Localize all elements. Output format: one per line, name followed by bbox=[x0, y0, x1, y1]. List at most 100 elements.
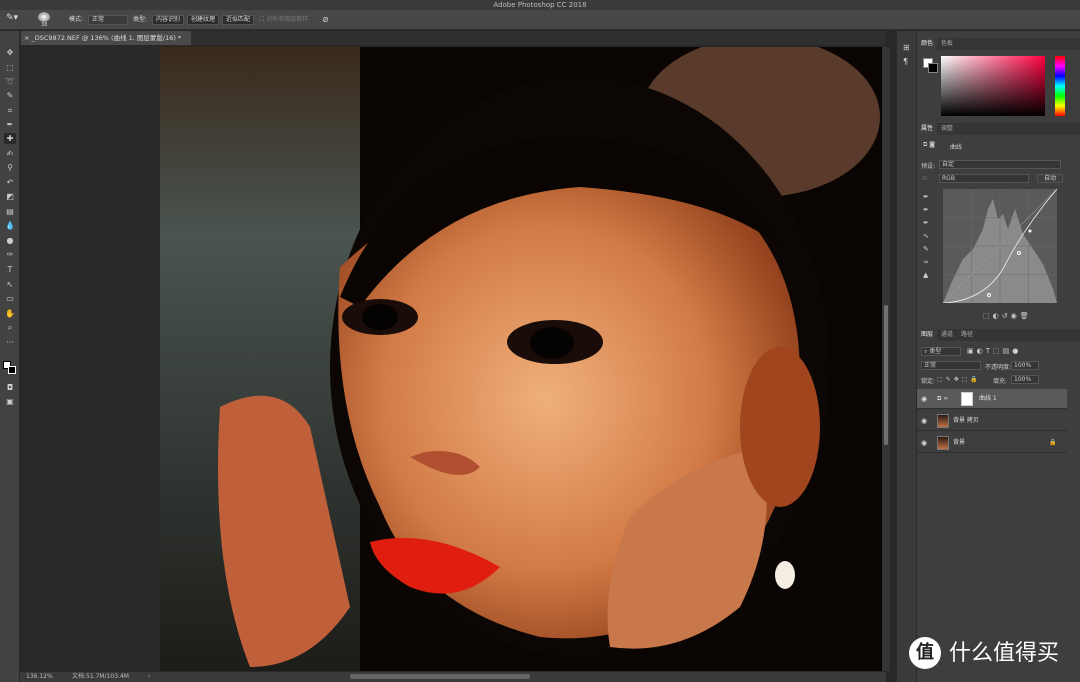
layer-name: 背景 bbox=[953, 439, 966, 446]
path-select-tool-icon[interactable]: ↖ bbox=[4, 279, 16, 290]
horizontal-scroll-thumb[interactable] bbox=[350, 674, 530, 679]
properties-footer-icons[interactable]: ⬚◐↺◉🗑 bbox=[983, 312, 1032, 320]
smooth-curve-icon[interactable]: ≈ bbox=[923, 256, 929, 269]
fill-label: 填充: bbox=[993, 378, 1008, 385]
color-field[interactable] bbox=[941, 56, 1045, 116]
stamp-tool-icon[interactable]: ⚲ bbox=[4, 162, 16, 173]
target-adjust-icon[interactable]: ☞ bbox=[922, 175, 927, 182]
gradient-tool-icon[interactable]: ▤ bbox=[4, 206, 16, 217]
blend-mode-dropdown[interactable]: 正常 bbox=[921, 361, 981, 370]
watermark-logo: 值 什么值得买 bbox=[905, 633, 1080, 678]
more-tools-icon[interactable]: ··· bbox=[4, 337, 16, 348]
channel-dropdown[interactable]: RGB bbox=[939, 174, 1029, 183]
fill-input[interactable]: 100% bbox=[1011, 375, 1039, 384]
crop-tool-icon[interactable]: ⌗ bbox=[4, 105, 16, 116]
curve-point-icon[interactable]: ∿ bbox=[923, 230, 929, 243]
blur-tool-icon[interactable]: 💧 bbox=[4, 220, 16, 231]
layer-row-background-copy[interactable]: ◉ 背景 拷贝 bbox=[917, 411, 1067, 431]
channel-value: RGB bbox=[942, 175, 955, 182]
panel-icon-strip: ⊞ ¶ bbox=[896, 31, 916, 682]
background-color-swatch[interactable] bbox=[8, 366, 16, 374]
content-aware-button[interactable]: 内容识别 bbox=[152, 15, 185, 25]
document-tab[interactable]: × _DSC9872.NEF @ 136% (曲线 1, 图层蒙版/16) * bbox=[21, 31, 191, 45]
eraser-tool-icon[interactable]: ◩ bbox=[4, 191, 16, 202]
status-menu-chevron-icon[interactable]: › bbox=[148, 672, 150, 682]
gray-point-eyedropper-icon[interactable]: ✒ bbox=[923, 204, 929, 217]
layer-filter-value: 类型 bbox=[929, 348, 942, 355]
pen-tool-icon[interactable]: ✑ bbox=[4, 249, 16, 260]
history-brush-tool-icon[interactable]: ↶ bbox=[4, 177, 16, 188]
mode-dropdown[interactable]: 正常 bbox=[88, 15, 128, 25]
quick-mask-icon[interactable]: ◘ bbox=[4, 382, 16, 393]
history-panel-icon[interactable]: ⊞ bbox=[903, 43, 910, 52]
watermark-text: 什么值得买 bbox=[949, 641, 1060, 666]
marquee-tool-icon[interactable]: ⬚ bbox=[4, 62, 16, 73]
curves-graph[interactable] bbox=[943, 189, 1057, 303]
right-panels: 颜色 色板 属性 调整 ⧉ ◙ 曲线 预设: 自定 ☞ RGB 自动 ✒ ✒ ✒ ∿… bbox=[916, 31, 1080, 682]
black-point-eyedropper-icon[interactable]: ✒ bbox=[923, 191, 929, 204]
app-title-bar: Adobe Photoshop CC 2018 bbox=[0, 0, 1080, 10]
brush-tool-icon[interactable]: ✍ bbox=[4, 148, 16, 159]
tab-paths[interactable]: 路径 bbox=[957, 329, 977, 341]
vertical-scroll-thumb[interactable] bbox=[884, 305, 888, 445]
lasso-tool-icon[interactable]: ➰ bbox=[4, 76, 16, 87]
adjustments-panel-icon[interactable]: ¶ bbox=[903, 57, 908, 66]
curve-tools: ✒ ✒ ✒ ∿ ✎ ≈ ▲ bbox=[923, 191, 929, 282]
visibility-eye-icon[interactable]: ◉ bbox=[921, 411, 929, 431]
color-bg-swatch[interactable] bbox=[928, 63, 938, 73]
tab-adjustments[interactable]: 调整 bbox=[937, 123, 957, 135]
pressure-size-icon[interactable]: ⊘ bbox=[322, 15, 329, 25]
tab-swatches[interactable]: 色板 bbox=[937, 38, 957, 50]
visibility-eye-icon[interactable]: ◉ bbox=[921, 389, 929, 409]
visibility-eye-icon[interactable]: ◉ bbox=[921, 433, 929, 453]
proximity-match-button[interactable]: 近似匹配 bbox=[222, 15, 255, 25]
preset-dropdown[interactable]: 自定 bbox=[939, 160, 1061, 169]
pencil-curve-icon[interactable]: ✎ bbox=[923, 243, 929, 256]
type-tool-icon[interactable]: T bbox=[4, 264, 16, 275]
mode-label: 模式: bbox=[69, 16, 84, 23]
brush-preset-icon[interactable] bbox=[38, 12, 50, 22]
app-title: Adobe Photoshop CC 2018 bbox=[493, 1, 587, 9]
clipping-warning-icon[interactable]: ▲ bbox=[923, 269, 929, 282]
dodge-tool-icon[interactable]: ● bbox=[4, 235, 16, 246]
layer-row-background[interactable]: ◉ 背景 🔒 bbox=[917, 433, 1067, 453]
tab-layers[interactable]: 图层 bbox=[917, 329, 938, 341]
hue-slider[interactable] bbox=[1055, 56, 1065, 116]
close-tab-icon[interactable]: × bbox=[24, 34, 32, 42]
create-texture-button[interactable]: 创建纹理 bbox=[187, 15, 220, 25]
sample-all-layers-label: 对所有图层取样 bbox=[266, 16, 309, 23]
lock-icon: 🔒 bbox=[1049, 439, 1057, 446]
type-label: 类型: bbox=[133, 16, 148, 23]
zoom-level[interactable]: 136.12% bbox=[26, 672, 53, 682]
screen-mode-icon[interactable]: ▣ bbox=[4, 396, 16, 407]
hand-tool-icon[interactable]: ✋ bbox=[4, 308, 16, 319]
zoom-tool-icon[interactable]: ⌕ bbox=[4, 322, 16, 333]
vertical-scrollbar[interactable] bbox=[882, 47, 890, 671]
tab-properties[interactable]: 属性 bbox=[917, 123, 938, 135]
healing-brush-tool-icon[interactable]: ✚ bbox=[4, 133, 16, 144]
layer-mask-thumbnail[interactable] bbox=[961, 392, 973, 406]
document-size: 文档:51.7M/103.4M bbox=[72, 673, 129, 680]
lock-icons[interactable]: ⬚✎✥⬚🔒 bbox=[937, 376, 981, 383]
document-canvas-photo[interactable] bbox=[160, 47, 882, 671]
tab-color[interactable]: 颜色 bbox=[917, 38, 938, 50]
color-panel-tabs: 颜色 色板 bbox=[917, 38, 1080, 50]
eyedropper-tool-icon[interactable]: ✒ bbox=[4, 119, 16, 130]
layer-filter-dropdown[interactable]: ⌕ 类型 bbox=[921, 347, 961, 356]
quick-select-tool-icon[interactable]: ✎ bbox=[4, 90, 16, 101]
tab-channels[interactable]: 通道 bbox=[937, 329, 957, 341]
layers-panel-tabs: 图层 通道 路径 bbox=[917, 329, 1080, 341]
move-tool-icon[interactable]: ✥ bbox=[4, 47, 16, 58]
options-bar: ✎▾ 38 模式: 正常 类型: 内容识别 创建纹理 近似匹配 ☐ 对所有图层取… bbox=[0, 10, 1080, 30]
layer-row-curves[interactable]: ◉ ⧉ ∞ 曲线 1 bbox=[917, 389, 1067, 409]
sample-all-layers-checkbox[interactable]: ☐ 对所有图层取样 bbox=[259, 15, 308, 25]
opacity-label: 不透明度: bbox=[985, 364, 1012, 371]
auto-button[interactable]: 自动 bbox=[1037, 174, 1063, 183]
layer-name: 背景 拷贝 bbox=[953, 417, 979, 424]
white-point-eyedropper-icon[interactable]: ✒ bbox=[923, 217, 929, 230]
mode-value: 正常 bbox=[92, 16, 105, 23]
shape-tool-icon[interactable]: ▭ bbox=[4, 293, 16, 304]
layer-filter-icons[interactable]: ▣◐T⬚▤● bbox=[967, 347, 1021, 355]
opacity-input[interactable]: 100% bbox=[1011, 361, 1039, 370]
healing-brush-icon[interactable]: ✎▾ bbox=[6, 13, 18, 23]
